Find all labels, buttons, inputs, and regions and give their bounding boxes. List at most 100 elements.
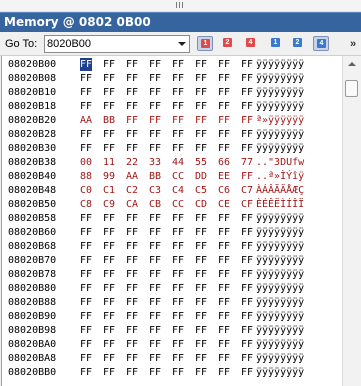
- hex-byte-cell[interactable]: FF: [218, 212, 230, 225]
- hex-byte-cell[interactable]: FF: [218, 338, 230, 351]
- hex-byte-cell[interactable]: FF: [80, 268, 92, 281]
- hex-byte-cell[interactable]: FF: [218, 324, 230, 337]
- hex-byte-cell[interactable]: AA: [126, 170, 138, 183]
- hex-byte-cell[interactable]: FF: [80, 100, 92, 113]
- hex-byte-cell[interactable]: FF: [218, 72, 230, 85]
- hex-byte-cell[interactable]: 00: [80, 156, 92, 169]
- hex-byte-cell[interactable]: AA: [80, 114, 92, 127]
- ascii-column[interactable]: ÿÿÿÿÿÿÿÿ: [256, 296, 304, 309]
- hex-byte-cell[interactable]: FF: [126, 86, 138, 99]
- hex-byte-cell[interactable]: FF: [172, 352, 184, 365]
- toolbar-overflow-button[interactable]: »: [350, 38, 356, 50]
- hex-byte-cell[interactable]: FF: [172, 86, 184, 99]
- hex-byte-cell[interactable]: FF: [126, 226, 138, 239]
- hex-byte-cell[interactable]: FF: [80, 352, 92, 365]
- hex-byte-cell[interactable]: 77: [241, 156, 253, 169]
- hex-byte-cell[interactable]: FF: [149, 338, 161, 351]
- hex-byte-cell[interactable]: FF: [172, 338, 184, 351]
- hex-byte-cell[interactable]: FF: [172, 324, 184, 337]
- hex-byte-cell[interactable]: FF: [126, 324, 138, 337]
- hex-byte-cell[interactable]: FF: [149, 366, 161, 379]
- hex-byte-cell[interactable]: DD: [195, 170, 207, 183]
- hex-byte-cell[interactable]: FF: [103, 366, 115, 379]
- ascii-column[interactable]: ÿÿÿÿÿÿÿÿ: [256, 324, 304, 337]
- view-mode-button-3[interactable]: 4: [243, 36, 259, 51]
- hex-byte-cell[interactable]: C8: [80, 198, 92, 211]
- hex-byte-cell[interactable]: FF: [103, 240, 115, 253]
- hex-byte-cell[interactable]: FF: [149, 142, 161, 155]
- hex-byte-cell[interactable]: CC: [172, 170, 184, 183]
- hex-byte-cell[interactable]: FF: [103, 58, 115, 71]
- hex-byte-cell[interactable]: 99: [103, 170, 115, 183]
- ascii-column[interactable]: ÿÿÿÿÿÿÿÿ: [256, 226, 304, 239]
- ascii-column[interactable]: ..ª»ÌÝîÿ: [256, 170, 304, 183]
- hex-byte-cell[interactable]: FF: [241, 86, 253, 99]
- hex-byte-cell[interactable]: FF: [172, 282, 184, 295]
- hex-byte-cell[interactable]: C0: [80, 184, 92, 197]
- hex-byte-cell[interactable]: FF: [241, 268, 253, 281]
- hex-byte-cell[interactable]: FF: [195, 338, 207, 351]
- hex-byte-cell[interactable]: FF: [149, 240, 161, 253]
- hex-byte-cell[interactable]: FF: [103, 142, 115, 155]
- hex-byte-cell[interactable]: FF: [126, 240, 138, 253]
- panel-grip-handle[interactable]: [0, 0, 361, 12]
- hex-byte-cell[interactable]: FF: [218, 58, 230, 71]
- hex-byte-cell[interactable]: FF: [241, 128, 253, 141]
- hex-byte-cell[interactable]: FF: [172, 254, 184, 267]
- hex-byte-cell[interactable]: FF: [218, 142, 230, 155]
- hex-byte-cell[interactable]: FF: [80, 310, 92, 323]
- hex-byte-cell[interactable]: FF: [103, 254, 115, 267]
- hex-byte-cell[interactable]: FF: [80, 324, 92, 337]
- hex-byte-cell[interactable]: FF: [126, 128, 138, 141]
- hex-byte-cell[interactable]: FF: [126, 282, 138, 295]
- view-mode-button-5[interactable]: 2: [290, 36, 306, 51]
- hex-byte-cell[interactable]: FF: [218, 114, 230, 127]
- hex-byte-cell[interactable]: FF: [241, 142, 253, 155]
- hex-byte-cell[interactable]: FF: [126, 296, 138, 309]
- hex-byte-cell[interactable]: CD: [195, 198, 207, 211]
- hex-byte-cell[interactable]: FF: [172, 72, 184, 85]
- hex-byte-cell[interactable]: FF: [241, 212, 253, 225]
- hex-byte-cell[interactable]: FF: [195, 310, 207, 323]
- hex-byte-cell[interactable]: C2: [126, 184, 138, 197]
- hex-byte-cell[interactable]: FF: [195, 324, 207, 337]
- hex-byte-cell[interactable]: FF: [80, 72, 92, 85]
- ascii-column[interactable]: ÈÉÊËÌÍÎÏ: [256, 198, 304, 211]
- hex-byte-cell[interactable]: FF: [103, 86, 115, 99]
- ascii-column[interactable]: ÿÿÿÿÿÿÿÿ: [256, 268, 304, 281]
- hex-byte-cell[interactable]: FF: [149, 254, 161, 267]
- hex-byte-cell[interactable]: FF: [172, 128, 184, 141]
- hex-byte-cell[interactable]: FF: [149, 352, 161, 365]
- hex-byte-cell[interactable]: FF: [149, 324, 161, 337]
- hex-byte-cell[interactable]: FF: [241, 72, 253, 85]
- ascii-column[interactable]: ÿÿÿÿÿÿÿÿ: [256, 58, 304, 71]
- ascii-column[interactable]: ÿÿÿÿÿÿÿÿ: [256, 72, 304, 85]
- hex-byte-cell[interactable]: CC: [172, 198, 184, 211]
- hex-byte-cell[interactable]: FF: [103, 128, 115, 141]
- hex-byte-cell[interactable]: FF: [126, 142, 138, 155]
- hex-byte-cell[interactable]: FF: [195, 296, 207, 309]
- ascii-column[interactable]: ÿÿÿÿÿÿÿÿ: [256, 240, 304, 253]
- hex-byte-cell[interactable]: FF: [218, 240, 230, 253]
- hex-byte-cell[interactable]: FF: [172, 226, 184, 239]
- hex-byte-cell[interactable]: FF: [126, 212, 138, 225]
- ascii-column[interactable]: ÿÿÿÿÿÿÿÿ: [256, 212, 304, 225]
- hex-byte-cell[interactable]: FF: [218, 352, 230, 365]
- hex-byte-cell[interactable]: FF: [195, 366, 207, 379]
- hex-byte-cell[interactable]: CF: [241, 198, 253, 211]
- hex-byte-cell[interactable]: FF: [126, 310, 138, 323]
- memory-window-title-bar[interactable]: Memory @ 0802 0B00: [0, 12, 361, 32]
- view-mode-button-6[interactable]: 4: [313, 36, 329, 51]
- hex-byte-cell[interactable]: CA: [126, 198, 138, 211]
- hex-byte-cell[interactable]: FF: [80, 128, 92, 141]
- hex-byte-cell[interactable]: FF: [149, 86, 161, 99]
- hex-byte-cell[interactable]: FF: [218, 100, 230, 113]
- hex-byte-cell[interactable]: FF: [80, 366, 92, 379]
- hex-byte-cell[interactable]: FF: [103, 212, 115, 225]
- goto-address-combobox[interactable]: [44, 35, 190, 53]
- hex-byte-cell[interactable]: CE: [218, 198, 230, 211]
- hex-byte-cell[interactable]: FF: [241, 114, 253, 127]
- chevron-down-icon[interactable]: [178, 42, 186, 46]
- ascii-column[interactable]: ÿÿÿÿÿÿÿÿ: [256, 366, 304, 379]
- hex-byte-cell[interactable]: FF: [103, 324, 115, 337]
